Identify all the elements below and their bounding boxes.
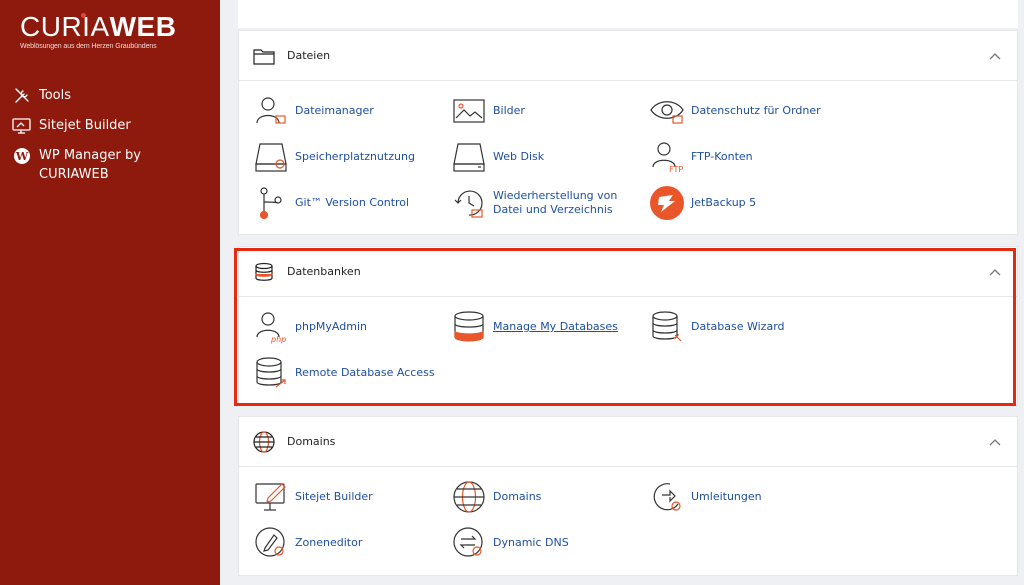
- brand-tagline: Weblösungen aus dem Herzen Graubündens: [20, 43, 157, 50]
- globe-icon: [253, 430, 275, 453]
- brand-name-part1: CURIA: [20, 11, 110, 42]
- brand-logo[interactable]: CURIAWEB Weblösungen aus dem Herzen Grau…: [20, 12, 176, 51]
- item-file-manager[interactable]: Dateimanager: [253, 93, 374, 129]
- item-label: Dynamic DNS: [493, 536, 569, 549]
- sidebar-nav: Tools Sitejet Builder W WP Manager by CU…: [12, 86, 212, 194]
- item-label: Speicherplatznutzung: [295, 150, 415, 163]
- phpmyadmin-icon: php: [253, 309, 289, 345]
- item-label: Web Disk: [493, 150, 545, 163]
- item-label: JetBackup 5: [691, 196, 757, 209]
- sitejet-icon: [12, 116, 32, 136]
- item-label: Zoneneditor: [295, 536, 363, 549]
- item-database-wizard[interactable]: Database Wizard: [649, 309, 785, 345]
- brand-name: CURIAWEB: [20, 12, 176, 42]
- item-zone-editor[interactable]: Zoneneditor: [253, 525, 362, 561]
- item-label: Datenschutz für Ordner: [691, 104, 821, 117]
- item-domains[interactable]: Domains: [451, 479, 541, 515]
- item-label: Wiederherstellung von Datei und Verzeich…: [493, 189, 618, 216]
- sidebar-item-tools[interactable]: Tools: [12, 86, 212, 106]
- svg-text:W: W: [15, 150, 29, 163]
- item-redirects[interactable]: Umleitungen: [649, 479, 762, 515]
- item-label: Manage My Databases: [493, 320, 618, 333]
- section-title: Dateien: [287, 49, 331, 62]
- section-databases: Datenbanken php phpMyAdmin Manage My Dat…: [238, 246, 1018, 406]
- sidebar-item-wp-manager[interactable]: W WP Manager by CURIAWEB: [12, 146, 212, 184]
- item-git[interactable]: Git™ Version Control: [253, 185, 409, 221]
- manage-databases-icon: [451, 309, 487, 345]
- svg-text:php: php: [270, 335, 286, 344]
- item-restore[interactable]: Wiederherstellung von Datei und Verzeich…: [451, 185, 643, 221]
- directory-privacy-icon: [649, 93, 685, 129]
- item-manage-databases[interactable]: Manage My Databases: [451, 309, 618, 345]
- item-remote-database[interactable]: Remote Database Access: [253, 355, 435, 391]
- item-web-disk[interactable]: Web Disk: [451, 139, 544, 175]
- item-ftp-accounts[interactable]: FTP FTP-Konten: [649, 139, 753, 175]
- item-jetbackup[interactable]: JetBackup 5: [649, 185, 756, 221]
- redirects-icon: [649, 479, 685, 515]
- remote-database-icon: [253, 355, 289, 391]
- sidebar: CURIAWEB Weblösungen aus dem Herzen Grau…: [0, 0, 220, 585]
- item-dynamic-dns[interactable]: Dynamic DNS: [451, 525, 569, 561]
- images-icon: [451, 93, 487, 129]
- item-label: Git™ Version Control: [295, 196, 410, 209]
- brand-name-part2: WEB: [109, 11, 177, 42]
- svg-text:FTP: FTP: [669, 165, 683, 174]
- zone-editor-icon: [253, 525, 289, 561]
- item-label: Dateimanager: [295, 104, 374, 117]
- chevron-up-icon[interactable]: [989, 437, 1001, 447]
- chevron-up-icon[interactable]: [989, 51, 1001, 61]
- item-label: Sitejet Builder: [295, 490, 373, 503]
- disk-usage-icon: [253, 139, 289, 175]
- item-label: Database Wizard: [691, 320, 785, 333]
- item-images[interactable]: Bilder: [451, 93, 525, 129]
- folder-icon: [253, 45, 275, 67]
- dynamic-dns-icon: [451, 525, 487, 561]
- section-domains-header[interactable]: Domains: [239, 417, 1017, 467]
- section-title: Datenbanken: [287, 265, 361, 278]
- web-disk-icon: [451, 139, 487, 175]
- section-databases-header[interactable]: Datenbanken: [239, 247, 1017, 297]
- item-label: Domains: [493, 490, 542, 503]
- database-wizard-icon: [649, 309, 685, 345]
- restore-icon: [451, 185, 487, 221]
- wordpress-icon: W: [12, 146, 32, 166]
- jetbackup-icon: [649, 185, 685, 221]
- sidebar-item-label: Sitejet Builder: [39, 118, 131, 133]
- git-icon: [253, 185, 289, 221]
- sidebar-item-label: Tools: [39, 88, 72, 103]
- sidebar-item-label: WP Manager by CURIAWEB: [39, 148, 141, 182]
- section-files: Dateien Dateimanager Bilder Datenschutz …: [238, 30, 1018, 235]
- top-panel-remnant: [238, 0, 1018, 28]
- section-title: Domains: [287, 435, 336, 448]
- file-manager-icon: [253, 93, 289, 129]
- section-domains: Domains Sitejet Builder Domains Umleitun…: [238, 416, 1018, 576]
- database-icon: [253, 261, 275, 283]
- item-sitejet-builder[interactable]: Sitejet Builder: [253, 479, 373, 515]
- main-content: Dateien Dateimanager Bilder Datenschutz …: [220, 0, 1024, 585]
- item-directory-privacy[interactable]: Datenschutz für Ordner: [649, 93, 821, 129]
- item-label: Umleitungen: [691, 490, 762, 503]
- item-label: Bilder: [493, 104, 525, 117]
- item-label: phpMyAdmin: [295, 320, 367, 333]
- item-disk-usage[interactable]: Speicherplatznutzung: [253, 139, 415, 175]
- item-phpmyadmin[interactable]: php phpMyAdmin: [253, 309, 367, 345]
- tools-icon: [12, 86, 32, 106]
- chevron-up-icon[interactable]: [989, 267, 1001, 277]
- item-label: Remote Database Access: [295, 366, 435, 379]
- sitejet-builder-icon: [253, 479, 289, 515]
- section-files-header[interactable]: Dateien: [239, 31, 1017, 81]
- sidebar-item-sitejet[interactable]: Sitejet Builder: [12, 116, 212, 136]
- ftp-accounts-icon: FTP: [649, 139, 685, 175]
- item-label: FTP-Konten: [691, 150, 753, 163]
- logo-dot-icon: [81, 13, 86, 18]
- domains-icon: [451, 479, 487, 515]
